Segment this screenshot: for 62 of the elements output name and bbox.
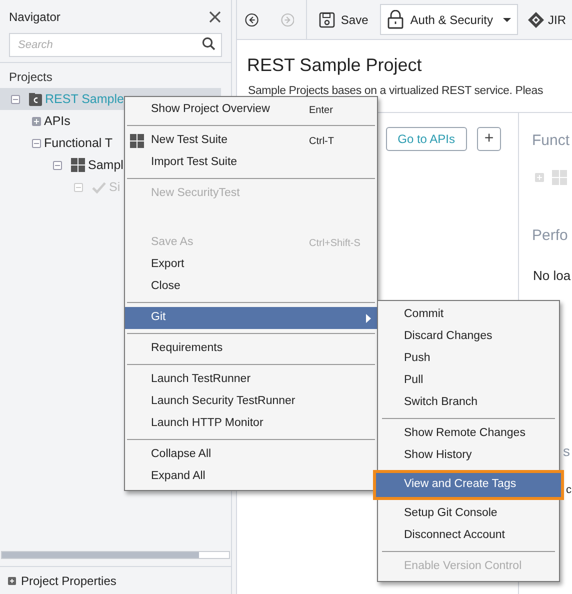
- project-icon: [29, 92, 42, 106]
- menu-item[interactable]: Expand All: [125, 466, 377, 488]
- shortcut-label: Enter: [309, 104, 334, 118]
- caret-icon: [502, 18, 511, 22]
- menu-item[interactable]: Setup Git Console: [378, 503, 559, 525]
- menu-item[interactable]: Show Project Overview Enter: [125, 99, 377, 121]
- menu-item[interactable]: Switch Branch: [378, 392, 559, 414]
- menu-item[interactable]: Disconnect Account: [378, 525, 559, 547]
- collapse-icon[interactable]: [53, 160, 62, 170]
- grid-icon: [130, 134, 144, 148]
- menu-item[interactable]: New Test Suite Ctrl-T: [125, 130, 377, 152]
- menu-item[interactable]: Import Test Suite: [125, 152, 377, 174]
- menu-item[interactable]: Close: [125, 276, 377, 298]
- partial-text: c: [566, 483, 572, 498]
- tree-item[interactable]: Functional T: [44, 134, 113, 152]
- menu-item[interactable]: View and Create Tags: [376, 473, 561, 497]
- page-title: REST Sample Project: [247, 54, 422, 77]
- menu-item[interactable]: Requirements: [125, 338, 377, 360]
- grid-icon: [71, 158, 85, 172]
- search-icon[interactable]: [202, 37, 216, 51]
- close-icon[interactable]: [208, 10, 222, 24]
- tree-item[interactable]: Sampl: [88, 156, 124, 174]
- back-icon[interactable]: [245, 10, 259, 28]
- forward-icon[interactable]: [280, 10, 294, 28]
- grid-icon: [552, 170, 567, 186]
- menu-item[interactable]: Git: [125, 307, 377, 329]
- menu-item[interactable]: Commit: [378, 304, 559, 326]
- expand-icon[interactable]: [32, 116, 41, 126]
- menu-item[interactable]: Discard Changes: [378, 326, 559, 348]
- menu-item[interactable]: Push: [378, 348, 559, 370]
- menu-item[interactable]: Export: [125, 254, 377, 276]
- lock-icon: [387, 10, 404, 29]
- section-label: Projects: [8, 69, 54, 86]
- scrollbar-thumb[interactable]: [2, 552, 199, 558]
- panel-footer-label[interactable]: Project Properties: [21, 572, 116, 590]
- partial-text: Funct: [532, 131, 570, 152]
- collapse-icon[interactable]: [11, 94, 20, 104]
- menu-item[interactable]: Show Remote Changes: [378, 423, 559, 445]
- partial-text: s: [563, 442, 570, 462]
- menu-item[interactable]: Launch Security TestRunner: [125, 391, 377, 413]
- menu-item[interactable]: Show History: [378, 445, 559, 467]
- toolbar-label[interactable]: JIR: [548, 10, 566, 28]
- description-text: Sample Projects bases on a virtualized REST service. Pleas: [248, 84, 543, 99]
- shortcut-label: Ctrl+Shift-S: [309, 236, 362, 250]
- menu-item[interactable]: Launch HTTP Monitor: [125, 413, 377, 435]
- save-button[interactable]: Save: [314, 10, 372, 28]
- menu-item[interactable]: Launch TestRunner: [125, 369, 377, 391]
- collapse-icon[interactable]: [74, 182, 83, 192]
- partial-text: Perfo: [532, 226, 568, 246]
- menu-item[interactable]: Collapse All: [125, 444, 377, 466]
- tree-item[interactable]: APIs: [44, 112, 70, 130]
- shortcut-label: Ctrl-T: [309, 134, 335, 148]
- partial-text: No loa: [533, 267, 571, 286]
- add-button[interactable]: +: [477, 127, 501, 152]
- collapse-icon[interactable]: [32, 138, 41, 148]
- save-icon: [318, 12, 335, 28]
- search-field[interactable]: Search: [9, 33, 222, 57]
- menu-item[interactable]: Pull: [378, 370, 559, 392]
- auth-security-dropdown[interactable]: Auth & Security: [380, 4, 518, 35]
- diamond-icon[interactable]: [528, 12, 544, 28]
- panel-title: Navigator: [9, 9, 60, 26]
- check-icon: [92, 180, 106, 194]
